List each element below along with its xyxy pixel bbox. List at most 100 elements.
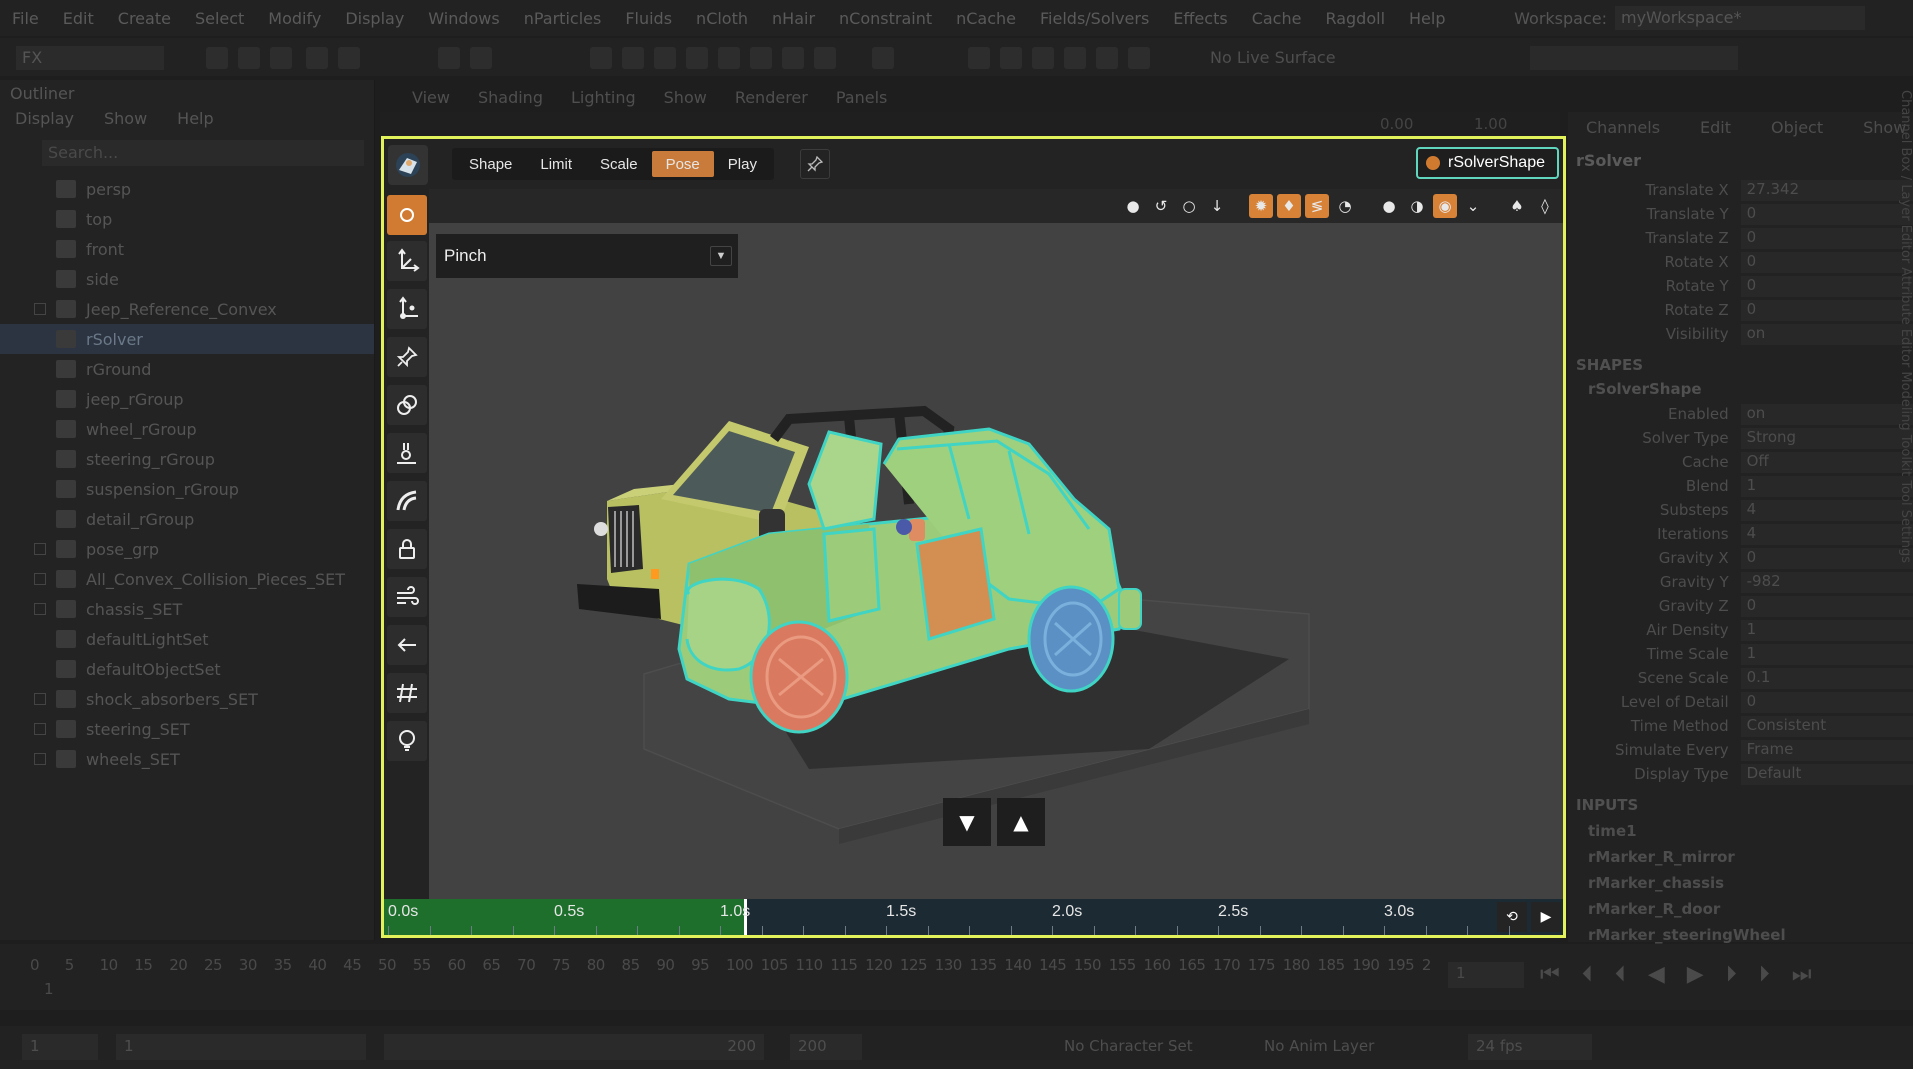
expand-icon[interactable] xyxy=(34,543,46,555)
shelf-search-field[interactable] xyxy=(1530,46,1738,70)
input-node[interactable]: rMarker_chassis xyxy=(1568,870,1913,896)
pin-icon[interactable] xyxy=(800,149,830,179)
arrow-left-icon[interactable] xyxy=(387,625,427,665)
channel-label[interactable]: Enabled xyxy=(1568,405,1741,423)
channel-value-field[interactable]: 0 xyxy=(1740,203,1913,225)
go-to-end-icon[interactable]: ⏭ xyxy=(1792,962,1812,987)
channel-value-field[interactable]: 1 xyxy=(1740,643,1913,665)
channel-value-field[interactable]: 0 xyxy=(1740,595,1913,617)
range-start-field[interactable]: 1 xyxy=(116,1034,366,1060)
menu-fields-solvers[interactable]: Fields/Solvers xyxy=(1040,9,1149,28)
outliner-item-jeep-reference[interactable]: Jeep_Reference_Convex xyxy=(0,294,374,324)
channel-label[interactable]: Scene Scale xyxy=(1568,669,1741,687)
channel-label[interactable]: Iterations xyxy=(1568,525,1741,543)
character-set-label[interactable]: No Character Set xyxy=(1064,1037,1193,1055)
channel-label[interactable]: Blend xyxy=(1568,477,1741,495)
outliner-item-pose-grp[interactable]: pose_grp xyxy=(0,534,374,564)
channel-label[interactable]: Time Scale xyxy=(1568,645,1741,663)
live-surface-label[interactable]: No Live Surface xyxy=(1210,48,1336,67)
viewport-menu-lighting[interactable]: Lighting xyxy=(571,88,636,112)
outliner-item-suspension-rgroup[interactable]: suspension_rGroup xyxy=(0,474,374,504)
outliner-menu-display[interactable]: Display xyxy=(15,109,74,128)
menu-display[interactable]: Display xyxy=(345,9,404,28)
menu-select[interactable]: Select xyxy=(195,9,244,28)
menu-nparticles[interactable]: nParticles xyxy=(524,9,602,28)
channel-label[interactable]: Visibility xyxy=(1568,325,1741,343)
channel-value-field[interactable]: 4 xyxy=(1740,499,1913,521)
outliner-search-input[interactable]: Search... xyxy=(42,140,364,166)
ragdoll-timeline[interactable]: ⟲ ▶ 0.0s 0.5s 1.0s 1.5s 2.0s 2.5s 3.0s xyxy=(384,899,1563,935)
link-icon[interactable] xyxy=(387,385,427,425)
wind-icon[interactable] xyxy=(387,577,427,617)
snap-grid-icon[interactable] xyxy=(590,47,612,69)
viewport-field-a[interactable]: 0.00 xyxy=(1380,115,1413,133)
channel-label[interactable]: Gravity Y xyxy=(1568,573,1741,591)
end-time-field[interactable]: 200 xyxy=(790,1034,862,1060)
mode-shape-button[interactable]: Shape xyxy=(455,151,526,177)
outliner-item-shock-absorbers-set[interactable]: shock_absorbers_SET xyxy=(0,684,374,714)
viewport-menu-renderer[interactable]: Renderer xyxy=(735,88,808,112)
channel-label[interactable]: Gravity X xyxy=(1568,549,1741,567)
play-forwards-icon[interactable]: ▶ xyxy=(1687,962,1704,987)
mode-pose-button[interactable]: Pose xyxy=(651,151,714,177)
menu-windows[interactable]: Windows xyxy=(428,9,499,28)
channel-value-field[interactable]: 0 xyxy=(1740,547,1913,569)
save-scene-icon[interactable] xyxy=(270,47,292,69)
play-icon[interactable]: ▶ xyxy=(1531,902,1561,932)
outliner-item-wheel-rgroup[interactable]: wheel_rGroup xyxy=(0,414,374,444)
select-object-icon[interactable] xyxy=(470,47,492,69)
channel-label[interactable]: Translate Z xyxy=(1568,229,1741,247)
arrow-up-button[interactable]: ▲ xyxy=(997,798,1045,846)
range-end-field[interactable]: 200 xyxy=(384,1034,764,1060)
channel-label[interactable]: Simulate Every xyxy=(1568,741,1741,759)
render-settings-icon[interactable] xyxy=(814,47,836,69)
play-backwards-icon[interactable]: ◀ xyxy=(1648,962,1665,987)
mode-limit-button[interactable]: Limit xyxy=(526,151,586,177)
magnet-icon-5[interactable] xyxy=(1096,47,1118,69)
channel-value-field[interactable]: 0 xyxy=(1740,691,1913,713)
time-slider[interactable]: 0 5 10 15 20 25 30 35 40 45 50 55 60 65 70 75 80 85 90 95 10… xyxy=(0,944,1913,1010)
channel-value-field[interactable]: 0 xyxy=(1740,227,1913,249)
new-scene-icon[interactable] xyxy=(206,47,228,69)
anim-layer-label[interactable]: No Anim Layer xyxy=(1264,1037,1374,1055)
expand-icon[interactable] xyxy=(34,723,46,735)
menu-set-dropdown[interactable]: FX xyxy=(16,46,164,70)
go-to-start-icon[interactable]: ⏮ xyxy=(1540,962,1560,987)
channel-value-field[interactable]: 0 xyxy=(1740,299,1913,321)
channel-label[interactable]: Rotate Z xyxy=(1568,301,1741,319)
snap-point-icon[interactable] xyxy=(654,47,676,69)
channel-label[interactable]: Gravity Z xyxy=(1568,597,1741,615)
channel-label[interactable]: Rotate X xyxy=(1568,253,1741,271)
channel-value-field[interactable]: Consistent xyxy=(1740,715,1913,737)
outliner-item-default-object-set[interactable]: defaultObjectSet xyxy=(0,654,374,684)
menu-modify[interactable]: Modify xyxy=(268,9,321,28)
select-hierarchy-icon[interactable] xyxy=(438,47,460,69)
menu-nconstraint[interactable]: nConstraint xyxy=(839,9,932,28)
outliner-item-rground[interactable]: rGround xyxy=(0,354,374,384)
channel-menu-channels[interactable]: Channels xyxy=(1586,118,1660,137)
channel-value-field[interactable]: Default xyxy=(1740,763,1913,785)
channel-value-field[interactable]: on xyxy=(1740,403,1913,425)
channel-label[interactable]: Rotate Y xyxy=(1568,277,1741,295)
channel-label[interactable]: Translate Y xyxy=(1568,205,1741,223)
outliner-item-detail-rgroup[interactable]: detail_rGroup xyxy=(0,504,374,534)
outliner-menu-help[interactable]: Help xyxy=(177,109,213,128)
snap-view-icon[interactable] xyxy=(686,47,708,69)
expand-icon[interactable] xyxy=(34,753,46,765)
fps-dropdown[interactable]: 24 fps xyxy=(1468,1034,1592,1060)
menu-ncloth[interactable]: nCloth xyxy=(696,9,748,28)
menu-nhair[interactable]: nHair xyxy=(772,9,815,28)
step-back-key-icon[interactable]: ⏴ xyxy=(1582,962,1593,987)
side-tabs[interactable]: Channel Box / Layer Editor Attribute Edi… xyxy=(1890,90,1913,790)
snap-surface-icon[interactable] xyxy=(718,47,740,69)
channel-value-field[interactable]: 0 xyxy=(1740,251,1913,273)
channel-label[interactable]: Translate X xyxy=(1568,181,1741,199)
menu-edit[interactable]: Edit xyxy=(63,9,94,28)
magnet-icon-2[interactable] xyxy=(1000,47,1022,69)
menu-effects[interactable]: Effects xyxy=(1173,9,1227,28)
pose-dropdown[interactable]: Pinch ▼ xyxy=(436,234,738,278)
channel-value-field[interactable]: 27.342 xyxy=(1740,179,1913,201)
channel-value-field[interactable]: Strong xyxy=(1740,427,1913,449)
mode-play-button[interactable]: Play xyxy=(714,151,771,177)
outliner-item-chassis-set[interactable]: chassis_SET xyxy=(0,594,374,624)
